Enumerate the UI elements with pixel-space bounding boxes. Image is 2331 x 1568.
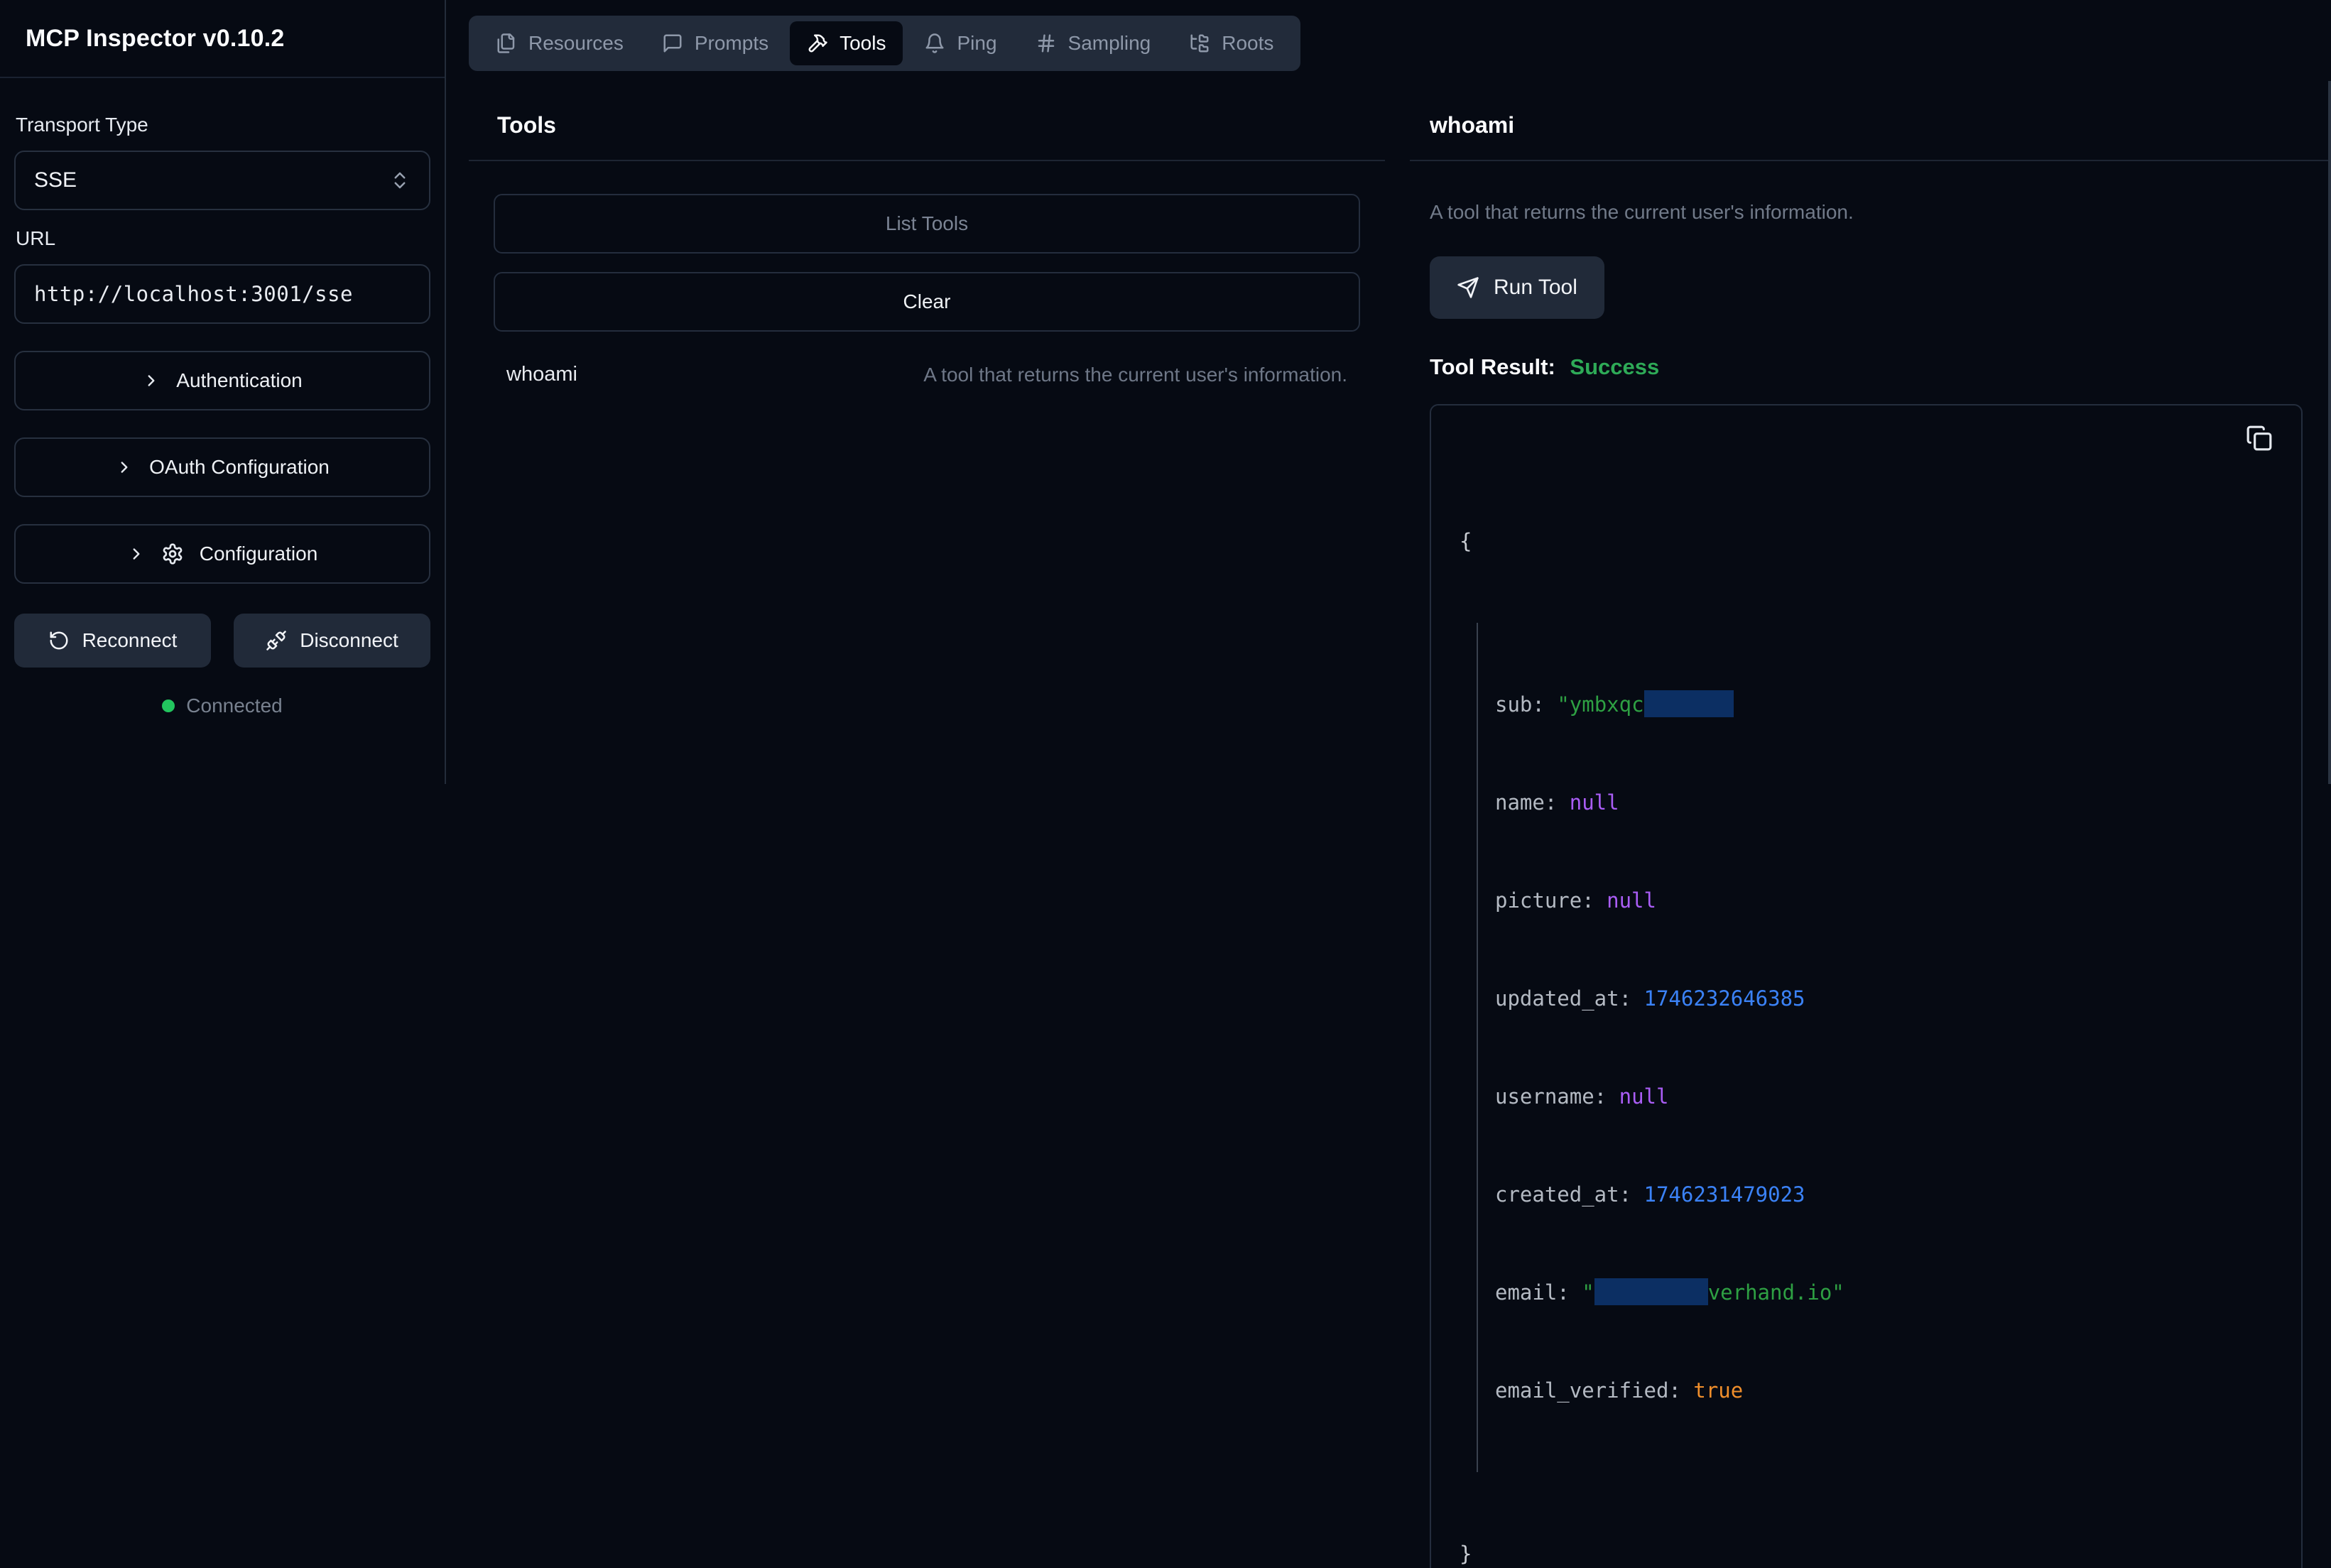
sidebar-body: Transport Type SSE URL Authentication [0,78,445,717]
tab-resources-label: Resources [528,32,624,55]
detail-pane-body: A tool that returns the current user's i… [1410,201,2331,1568]
tab-resources[interactable]: Resources [479,21,641,65]
tools-pane-body: List Tools Clear whoami A tool that retu… [469,194,1385,386]
rotate-ccw-icon [48,630,70,651]
tab-prompts-label: Prompts [695,32,768,55]
run-tool-label: Run Tool [1494,276,1577,300]
tool-result-line: Tool Result: Success [1430,354,2331,380]
tool-result-json: { sub: "ymbxqc name: null picture: null … [1430,404,2303,1568]
reconnect-button[interactable]: Reconnect [14,614,211,668]
status-dot [162,699,175,712]
disconnect-label: Disconnect [300,629,398,652]
configuration-toggle[interactable]: Configuration [14,524,430,584]
content-area: Tools List Tools Clear whoami A tool tha… [469,112,2331,1568]
redaction-block [1594,1278,1708,1305]
sidebar: MCP Inspector v0.10.2 Transport Type SSE… [0,0,446,784]
copy-icon [2246,403,2277,473]
send-icon [1457,276,1479,299]
tab-ping[interactable]: Ping [907,21,1014,65]
unplug-icon [266,630,287,651]
code-line-sub: sub: "ymbxqc [1495,688,2273,721]
code-line-email: email: "verhand.io" [1495,1276,2273,1309]
url-label: URL [16,227,430,250]
code-line-picture: picture: null [1495,884,2273,917]
divider [469,160,1385,161]
oauth-configuration-toggle[interactable]: OAuth Configuration [14,437,430,497]
oauth-configuration-label: OAuth Configuration [149,456,330,479]
tab-bar: Resources Prompts Tools Ping [469,16,1300,71]
tab-roots-label: Roots [1222,32,1273,55]
code-body: sub: "ymbxqc name: null picture: null up… [1477,623,2273,1472]
message-square-icon [662,33,683,54]
tab-tools-label: Tools [840,32,886,55]
tab-roots[interactable]: Roots [1172,21,1291,65]
sidebar-header: MCP Inspector v0.10.2 [0,0,445,78]
disconnect-button[interactable]: Disconnect [234,614,430,668]
reconnect-label: Reconnect [82,629,178,652]
redaction-block [1644,690,1734,717]
connection-buttons: Reconnect Disconnect [14,614,430,668]
connection-status: Connected [14,695,430,717]
tab-ping-label: Ping [957,32,996,55]
files-icon [496,33,517,54]
authentication-toggle[interactable]: Authentication [14,351,430,410]
tool-name: whoami [506,363,577,386]
code-line-username: username: null [1495,1080,2273,1113]
code-line-updated-at: updated_at: 1746232646385 [1495,982,2273,1015]
tool-list-item-whoami[interactable]: whoami A tool that returns the current u… [494,363,1360,386]
tools-list-pane: Tools List Tools Clear whoami A tool tha… [469,112,1385,1568]
gear-icon [161,543,184,565]
detail-pane-title: whoami [1430,112,2331,138]
list-tools-button[interactable]: List Tools [494,194,1360,254]
code-open-brace: { [1460,525,2273,557]
clear-button[interactable]: Clear [494,272,1360,332]
tool-result-status: Success [1570,354,1659,379]
chevron-right-icon [142,371,161,390]
configuration-label: Configuration [200,543,318,565]
code-close-brace: } [1460,1537,2273,1568]
hash-icon [1036,33,1057,54]
transport-type-value: SSE [34,168,77,192]
transport-type-label: Transport Type [16,114,430,136]
tool-detail-description: A tool that returns the current user's i… [1430,201,2331,224]
divider [1410,160,2331,161]
chevrons-up-down-icon [389,170,411,191]
scrollbar[interactable] [2328,81,2331,784]
hammer-icon [807,33,828,54]
authentication-label: Authentication [176,369,302,392]
app-title: MCP Inspector v0.10.2 [26,25,285,53]
tool-detail-pane: whoami A tool that returns the current u… [1410,112,2331,1568]
code-line-created-at: created_at: 1746231479023 [1495,1178,2273,1211]
bell-icon [924,33,945,54]
copy-button[interactable] [2246,423,2277,454]
tool-description: A tool that returns the current user's i… [923,364,1347,386]
folder-tree-icon [1189,33,1210,54]
tool-result-label: Tool Result: [1430,354,1555,379]
mcp-inspector-app: MCP Inspector v0.10.2 Transport Type SSE… [0,0,2331,784]
main-area: Resources Prompts Tools Ping [446,0,2331,784]
tab-sampling[interactable]: Sampling [1018,21,1168,65]
tab-sampling-label: Sampling [1068,32,1151,55]
tab-tools[interactable]: Tools [790,21,903,65]
transport-type-select[interactable]: SSE [14,151,430,210]
chevron-right-icon [127,545,146,563]
code-line-name: name: null [1495,786,2273,819]
chevron-right-icon [115,458,134,477]
status-label: Connected [186,695,282,717]
run-tool-button[interactable]: Run Tool [1430,256,1604,319]
code-line-email-verified: email_verified: true [1495,1374,2273,1407]
tools-pane-title: Tools [497,112,1385,138]
tab-prompts[interactable]: Prompts [645,21,786,65]
url-input[interactable] [14,264,430,324]
